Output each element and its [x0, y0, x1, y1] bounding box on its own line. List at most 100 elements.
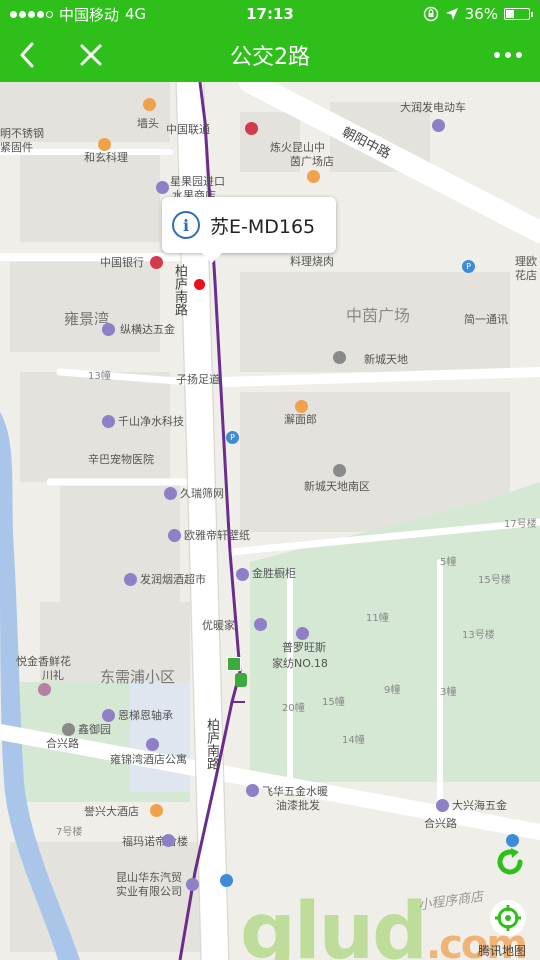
- map-label: 发润烟酒超市: [140, 573, 206, 586]
- poi-marker[interactable]: [146, 738, 159, 751]
- map-label: 子扬足道: [176, 373, 220, 386]
- bus-location-marker[interactable]: [194, 279, 205, 290]
- map-view[interactable]: 墙头 中国联通 大润发电动车 明不锈钢 紧固件 和玄科理 朝阳中路 炼火昆山中 …: [0, 82, 540, 960]
- map-label: 14幢: [342, 735, 365, 746]
- battery-icon: [504, 8, 533, 20]
- poi-marker[interactable]: [102, 323, 115, 336]
- map-brand-logo: 腾讯地图: [478, 944, 527, 958]
- bus-stop-marker[interactable]: [227, 657, 241, 671]
- map-label: 和玄科理: [84, 151, 128, 164]
- map-label: 11幢: [366, 613, 389, 624]
- map-label: 星果园进口: [170, 175, 225, 188]
- bus-plate-number: 苏E-MD165: [210, 215, 316, 238]
- back-button[interactable]: [0, 28, 54, 82]
- poi-marker[interactable]: [432, 119, 445, 132]
- poi-marker[interactable]: [295, 400, 308, 413]
- more-button[interactable]: [476, 28, 540, 82]
- battery-percent: 36%: [464, 5, 498, 23]
- rotation-lock-icon: [423, 6, 438, 22]
- map-label: 茵广场店: [290, 155, 334, 168]
- poi-marker[interactable]: [236, 568, 249, 581]
- map-label: 纵横达五金: [120, 323, 175, 336]
- poi-marker[interactable]: [62, 723, 75, 736]
- map-label: 15号楼: [478, 575, 511, 586]
- map-label: 澥面郎: [284, 413, 317, 426]
- map-label: 中国联通: [166, 123, 210, 136]
- poi-marker[interactable]: [143, 98, 156, 111]
- map-label: 简一通讯: [464, 313, 508, 326]
- poi-marker[interactable]: [164, 487, 177, 500]
- map-label: 悦金香鲜花: [16, 655, 71, 668]
- poi-marker[interactable]: [296, 627, 309, 640]
- more-dots-icon: [494, 52, 500, 58]
- poi-marker[interactable]: [102, 709, 115, 722]
- map-label: 明不锈钢: [0, 127, 44, 140]
- map-label: 辛巴宠物医院: [88, 453, 154, 466]
- bus-icon[interactable]: [235, 673, 247, 687]
- map-label: 恩梯恩轴承: [118, 709, 173, 722]
- map-label: 紧固件: [0, 141, 33, 154]
- poi-marker[interactable]: [333, 351, 346, 364]
- poi-marker[interactable]: [436, 799, 449, 812]
- map-label: 雍锦湾酒店公寓: [110, 753, 187, 766]
- map-label: 15幢: [322, 697, 345, 708]
- location-arrow-icon: [445, 8, 458, 20]
- map-label: 9幢: [384, 685, 401, 696]
- map-label: 墙头: [137, 117, 159, 130]
- status-bar: 中国移动 4G 17:13 36%: [0, 0, 540, 28]
- map-label: 昆山华东汽贸: [116, 871, 182, 884]
- map-label: 实业有限公司: [116, 885, 182, 898]
- map-label: 福玛诺帝舍楼: [122, 835, 188, 848]
- map-label: 13号楼: [462, 630, 495, 641]
- road-label: 合兴路: [424, 817, 457, 830]
- poi-marker[interactable]: [98, 138, 111, 151]
- map-label: 中国银行: [100, 256, 144, 269]
- map-label: 川礼: [42, 669, 64, 682]
- poi-marker[interactable]: [38, 683, 51, 696]
- poi-marker[interactable]: [307, 170, 320, 183]
- metro-icon[interactable]: [245, 122, 258, 135]
- map-label: 炼火昆山中: [270, 141, 325, 154]
- poi-marker[interactable]: [156, 181, 169, 194]
- refresh-icon[interactable]: [494, 846, 526, 878]
- poi-marker[interactable]: [333, 464, 346, 477]
- map-label: 欧雅帝轩壁纸: [184, 529, 250, 542]
- parking-icon[interactable]: P: [462, 260, 475, 273]
- map-label: 7号楼: [56, 827, 83, 838]
- poi-marker[interactable]: [124, 573, 137, 586]
- map-label: 千山净水科技: [118, 415, 184, 428]
- locate-icon: [495, 905, 521, 931]
- status-right: 36%: [423, 5, 533, 23]
- poi-marker[interactable]: [102, 415, 115, 428]
- map-label: 20幢: [282, 703, 305, 714]
- close-button[interactable]: [64, 28, 118, 82]
- map-label: 家纺NO.18: [272, 657, 328, 670]
- close-icon: [80, 44, 102, 66]
- poi-marker[interactable]: [254, 618, 267, 631]
- bank-icon[interactable]: [150, 256, 163, 269]
- poi-marker[interactable]: [246, 784, 259, 797]
- chevron-left-icon: [20, 42, 34, 68]
- map-label: 金胜橱柜: [252, 567, 296, 580]
- map-label: 新城天地: [364, 353, 408, 366]
- map-label: 花店: [515, 269, 537, 282]
- map-label: 久瑞筛网: [180, 487, 224, 500]
- poi-marker[interactable]: [150, 804, 163, 817]
- road-label: 柏庐南路: [204, 718, 219, 770]
- poi-marker[interactable]: [186, 878, 199, 891]
- map-label: 东需浦小区: [100, 668, 176, 686]
- road-label: 合兴路: [46, 737, 79, 750]
- bus-stop-icon[interactable]: [220, 874, 233, 887]
- poi-marker[interactable]: [162, 834, 175, 847]
- locate-button[interactable]: [490, 900, 526, 936]
- road-label: 柏庐南路: [172, 264, 187, 316]
- map-label: 誉兴大酒店: [84, 805, 139, 818]
- map-label: 普罗旺斯: [282, 641, 326, 654]
- map-label: 飞华五金水暖: [262, 785, 328, 798]
- poi-marker[interactable]: [168, 529, 181, 542]
- map-label: 大润发电动车: [400, 101, 466, 114]
- parking-icon[interactable]: P: [226, 431, 239, 444]
- map-label: 中茵广场: [346, 306, 411, 325]
- bus-info-popup[interactable]: i 苏E-MD165: [162, 197, 336, 263]
- map-label: 鑫御园: [78, 723, 111, 736]
